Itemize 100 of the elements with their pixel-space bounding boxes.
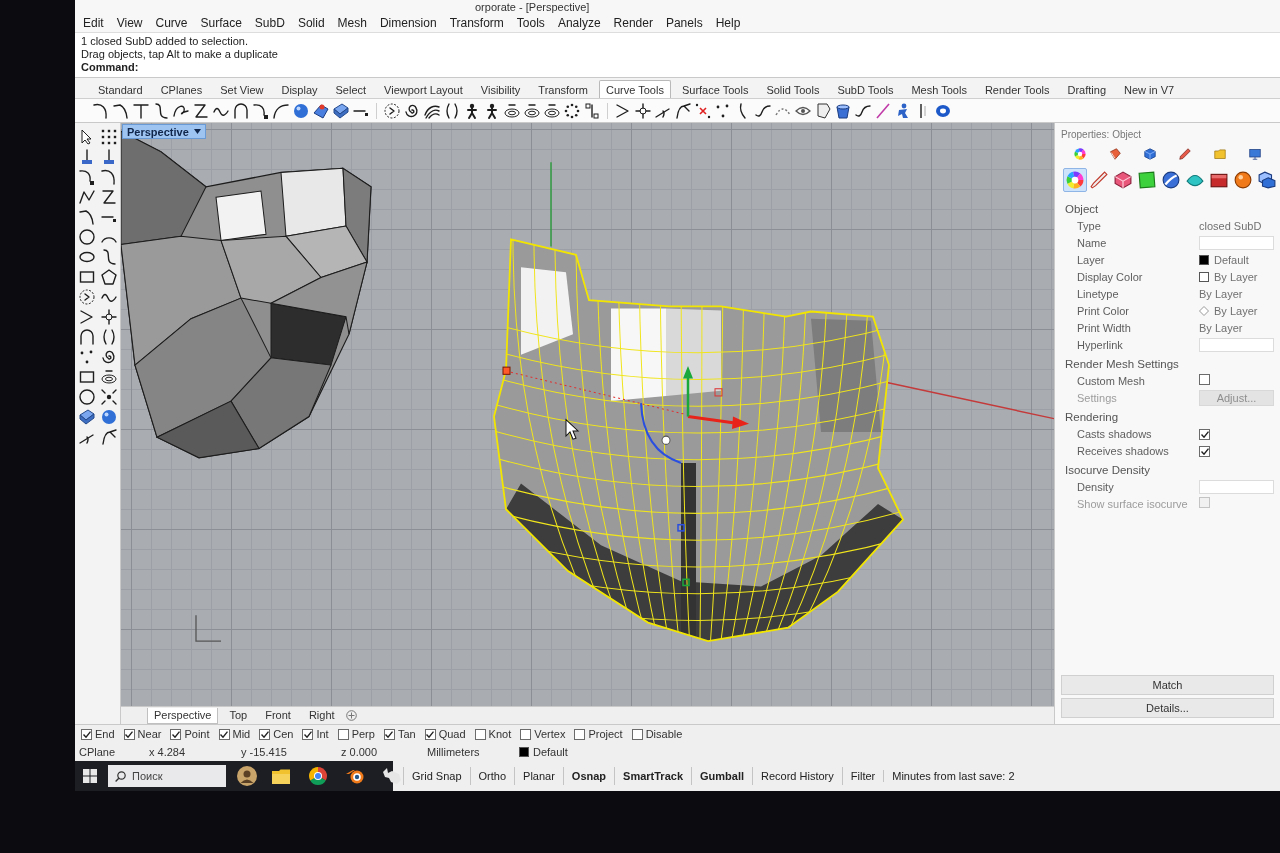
- handle-bar-icon[interactable]: [584, 102, 600, 119]
- toolbar-tab[interactable]: CPlanes: [153, 80, 210, 98]
- viewport-tab[interactable]: Top: [222, 707, 255, 724]
- toolbar-tab[interactable]: New in V7: [1117, 80, 1182, 98]
- orbit-logo-icon[interactable]: [346, 768, 364, 784]
- toolbar-tab[interactable]: SubD Tools: [830, 80, 901, 98]
- gumball-drawing[interactable]: [502, 366, 749, 464]
- checkbox-label[interactable]: Vertex: [534, 728, 566, 740]
- zigzag-icon[interactable]: [101, 189, 117, 205]
- checkbox-label[interactable]: Mid: [232, 728, 251, 740]
- status-toggle[interactable]: Gumball: [691, 767, 753, 785]
- status-toggle[interactable]: Planar: [514, 767, 563, 785]
- disc-icon[interactable]: [504, 102, 520, 119]
- figure-icon[interactable]: [484, 102, 500, 119]
- ellipse-icon[interactable]: [79, 249, 95, 265]
- viewport-label[interactable]: Perspective: [122, 124, 206, 139]
- point-handle-icon[interactable]: [635, 102, 651, 119]
- checkbox-label[interactable]: Project: [588, 728, 623, 740]
- toolbar-tab[interactable]: Standard: [91, 80, 150, 98]
- properties-tab[interactable]: [1071, 145, 1089, 163]
- browser-logo-icon[interactable]: [309, 767, 327, 785]
- sphere-icon[interactable]: [101, 409, 117, 425]
- toolbar-tab[interactable]: Drafting: [1060, 80, 1114, 98]
- bucket-icon[interactable]: [835, 102, 851, 119]
- arch-icon[interactable]: [233, 102, 249, 119]
- layer-name[interactable]: Default: [533, 746, 593, 758]
- hook-point-icon[interactable]: [253, 102, 269, 119]
- hook-curve-icon[interactable]: [93, 102, 109, 119]
- status-toggle[interactable]: Grid Snap: [403, 767, 470, 785]
- checkbox[interactable]: [383, 728, 395, 740]
- menu-item[interactable]: Tools: [516, 16, 545, 30]
- toolbar-tab[interactable]: Surface Tools: [674, 80, 756, 98]
- status-toggle[interactable]: Record History: [752, 767, 842, 785]
- toolbar-tab[interactable]: Display: [274, 80, 325, 98]
- circle-icon[interactable]: [79, 389, 95, 405]
- control-point-icon[interactable]: [677, 523, 685, 532]
- disc-icon[interactable]: [101, 369, 117, 385]
- viewport-tab[interactable]: Right: [301, 707, 342, 724]
- text-field[interactable]: [1199, 337, 1274, 352]
- menu-item[interactable]: Solid: [297, 16, 325, 30]
- spiral-icon[interactable]: [101, 349, 117, 365]
- checkbox[interactable]: [170, 728, 182, 740]
- properties-tab[interactable]: [1176, 145, 1194, 163]
- panel-button[interactable]: Details...: [1061, 698, 1274, 718]
- control-point-icon[interactable]: [682, 578, 690, 587]
- avatar-icon[interactable]: [237, 766, 257, 786]
- curve-end-icon[interactable]: [273, 102, 289, 119]
- checkbox[interactable]: [1199, 374, 1210, 385]
- toolbar-tab[interactable]: Render Tools: [977, 80, 1057, 98]
- viewport-tab[interactable]: Perspective: [147, 707, 219, 724]
- menu-item[interactable]: Dimension: [379, 16, 437, 30]
- checkbox-label[interactable]: Quad: [438, 728, 466, 740]
- subd-model-drawing[interactable]: [493, 238, 905, 643]
- panel-button[interactable]: Match: [1061, 675, 1274, 695]
- checkbox-label[interactable]: Tan: [397, 728, 416, 740]
- app-logo-icon[interactable]: [383, 768, 401, 784]
- s-curve-icon[interactable]: [153, 102, 169, 119]
- dots-icon[interactable]: [79, 349, 95, 365]
- toolbar-tab[interactable]: Set View: [213, 80, 271, 98]
- checkbox[interactable]: [424, 728, 436, 740]
- toolbar-tab[interactable]: Transform: [531, 80, 596, 98]
- dot-ring-icon[interactable]: [564, 102, 580, 119]
- properties-tab[interactable]: [1141, 145, 1159, 163]
- menu-item[interactable]: Curve: [155, 16, 188, 30]
- pentagon-icon[interactable]: [815, 102, 831, 119]
- zigzag-icon[interactable]: [193, 102, 209, 119]
- checkbox[interactable]: [81, 728, 92, 740]
- toolbar-tab[interactable]: Visibility: [473, 80, 528, 98]
- bent-curve-icon[interactable]: [113, 102, 129, 119]
- sphere-icon[interactable]: [293, 102, 309, 119]
- viewport[interactable]: Perspective: [121, 123, 1054, 706]
- checkbox-label[interactable]: Point: [184, 728, 210, 740]
- toolbar-tab[interactable]: Solid Tools: [759, 80, 827, 98]
- forked-curve-icon[interactable]: [101, 429, 117, 445]
- toolbar-tab[interactable]: Curve Tools: [599, 80, 671, 98]
- windows-logo-icon[interactable]: [83, 769, 97, 783]
- corner-icon[interactable]: [79, 309, 95, 325]
- toolbar-tab[interactable]: Mesh Tools: [904, 80, 974, 98]
- text-field[interactable]: [1199, 235, 1274, 250]
- units-label[interactable]: Millimeters: [427, 746, 519, 758]
- checkbox[interactable]: [1199, 428, 1210, 440]
- status-toggle[interactable]: Osnap: [562, 767, 615, 785]
- squiggle-icon[interactable]: [855, 102, 871, 119]
- checkbox[interactable]: [302, 728, 314, 740]
- pin-icon[interactable]: [79, 149, 95, 165]
- bracket-icon[interactable]: [101, 329, 117, 345]
- cross-point-icon[interactable]: [695, 102, 711, 119]
- checkbox[interactable]: [123, 728, 135, 740]
- ring-icon[interactable]: [935, 102, 951, 119]
- search-field[interactable]: Поиск: [108, 765, 226, 787]
- menu-item[interactable]: View: [116, 16, 143, 30]
- figure-icon[interactable]: [464, 102, 480, 119]
- checkbox-label[interactable]: Disable: [645, 728, 683, 740]
- checkbox[interactable]: [520, 728, 532, 740]
- properties-tab[interactable]: [1063, 168, 1087, 192]
- toolbar-tab[interactable]: Viewport Layout: [377, 80, 470, 98]
- checkbox[interactable]: [1199, 445, 1210, 457]
- polygon-icon[interactable]: [101, 269, 117, 285]
- menu-item[interactable]: Panels: [665, 16, 703, 30]
- slab-icon[interactable]: [79, 409, 95, 425]
